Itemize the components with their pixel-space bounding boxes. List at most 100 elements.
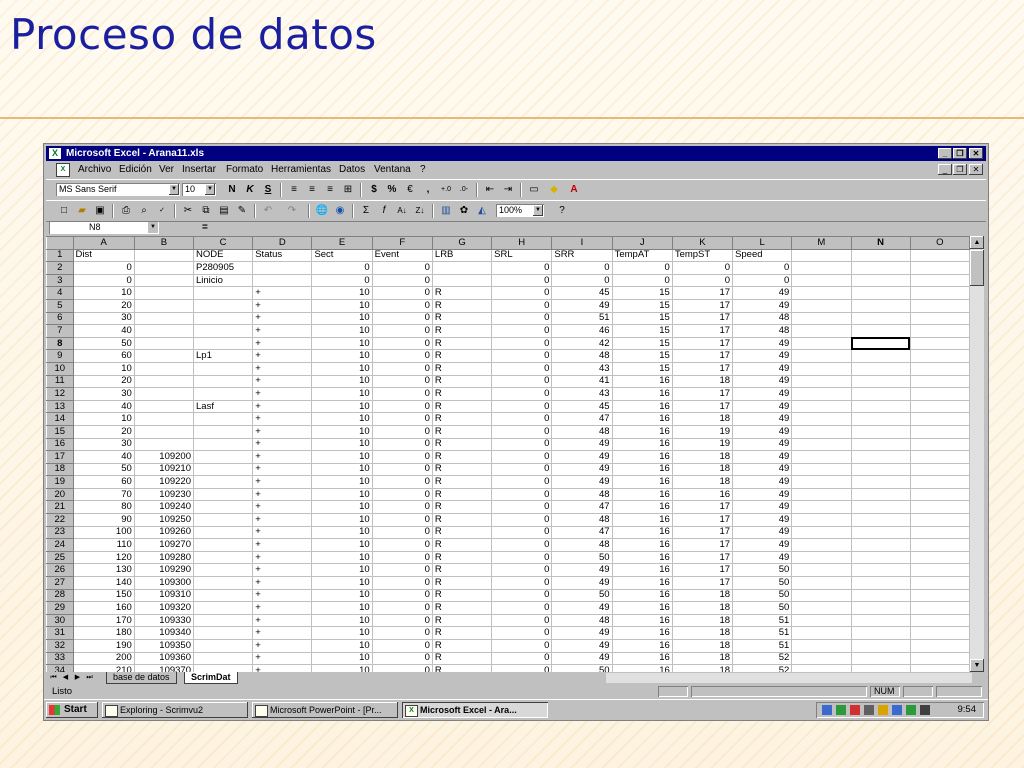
cell[interactable] bbox=[850, 399, 911, 414]
cell[interactable]: 10 bbox=[311, 601, 373, 615]
row-header[interactable]: 33 bbox=[46, 651, 74, 666]
cell[interactable]: 49 bbox=[551, 651, 613, 666]
cell[interactable] bbox=[909, 261, 970, 275]
cell[interactable]: 0 bbox=[311, 261, 373, 275]
borders-icon[interactable]: ▭ bbox=[526, 182, 542, 197]
cell[interactable] bbox=[791, 563, 852, 578]
cell[interactable] bbox=[192, 538, 254, 552]
cell[interactable]: + bbox=[252, 651, 313, 666]
cell[interactable]: 0 bbox=[732, 273, 793, 288]
cell[interactable]: R bbox=[431, 424, 493, 439]
tray-app-icon[interactable] bbox=[878, 705, 888, 715]
cell[interactable]: 49 bbox=[732, 336, 793, 351]
cell[interactable]: 16 bbox=[611, 399, 673, 414]
cell[interactable] bbox=[192, 450, 254, 464]
cell[interactable]: + bbox=[252, 324, 313, 338]
cell[interactable] bbox=[850, 513, 911, 527]
cell[interactable]: R bbox=[431, 664, 493, 672]
row-header[interactable]: 25 bbox=[46, 550, 74, 565]
cell[interactable]: 48 bbox=[551, 487, 613, 502]
cell[interactable] bbox=[909, 550, 970, 565]
cell[interactable]: 109320 bbox=[133, 601, 195, 615]
cell[interactable]: 16 bbox=[611, 613, 673, 628]
cell[interactable]: R bbox=[431, 513, 493, 527]
cell[interactable] bbox=[909, 563, 970, 578]
cell[interactable]: 10 bbox=[311, 324, 373, 338]
cell[interactable]: 0 bbox=[371, 311, 433, 326]
cell[interactable]: 10 bbox=[311, 500, 373, 515]
column-header[interactable]: E bbox=[311, 236, 373, 250]
cell[interactable] bbox=[791, 311, 852, 326]
cell[interactable]: 49 bbox=[551, 576, 613, 590]
cell[interactable]: 10 bbox=[311, 626, 373, 640]
cell[interactable]: + bbox=[252, 613, 313, 628]
cell[interactable]: + bbox=[252, 374, 313, 389]
cell[interactable]: 0 bbox=[311, 273, 373, 288]
cell[interactable]: 47 bbox=[551, 412, 613, 426]
cell[interactable] bbox=[192, 651, 254, 666]
cell[interactable]: 0 bbox=[371, 450, 433, 464]
save-icon[interactable]: ▣ bbox=[92, 203, 108, 218]
cell[interactable]: 10 bbox=[311, 298, 373, 313]
cell[interactable]: 20 bbox=[72, 298, 135, 313]
cell[interactable]: 210 bbox=[72, 664, 135, 672]
cell[interactable]: R bbox=[431, 374, 493, 389]
vertical-scrollbar[interactable]: ▲ ▼ bbox=[970, 236, 984, 672]
cell[interactable]: R bbox=[431, 525, 493, 540]
align-center-icon[interactable]: ≡ bbox=[304, 182, 320, 197]
cell[interactable]: 120 bbox=[72, 550, 135, 565]
cell[interactable]: 100 bbox=[72, 525, 135, 540]
column-header[interactable]: K bbox=[671, 236, 734, 250]
row-header[interactable]: 3 bbox=[46, 273, 74, 288]
cell[interactable]: 40 bbox=[72, 324, 135, 338]
cell[interactable]: 0 bbox=[371, 626, 433, 640]
cell[interactable]: 30 bbox=[72, 387, 135, 401]
cell[interactable]: + bbox=[252, 576, 313, 590]
cell[interactable] bbox=[850, 664, 911, 672]
cell[interactable]: 130 bbox=[72, 563, 135, 578]
cell[interactable]: 17 bbox=[671, 525, 734, 540]
cell[interactable]: Linicio bbox=[192, 273, 254, 288]
cell[interactable]: 15 bbox=[611, 336, 673, 351]
doc-minimize-icon[interactable]: _ bbox=[938, 164, 952, 175]
cell[interactable]: 0 bbox=[491, 588, 553, 603]
cell[interactable]: 48 bbox=[551, 613, 613, 628]
cell[interactable] bbox=[909, 639, 970, 653]
cell[interactable] bbox=[909, 374, 970, 389]
cell[interactable]: 15 bbox=[611, 349, 673, 363]
cell[interactable]: + bbox=[252, 550, 313, 565]
cell[interactable] bbox=[791, 588, 852, 603]
column-header[interactable]: C bbox=[192, 236, 254, 250]
cell[interactable]: 0 bbox=[491, 298, 553, 313]
cell[interactable]: 0 bbox=[371, 374, 433, 389]
menu-edicion[interactable]: Edición bbox=[119, 164, 152, 176]
cell[interactable]: 20 bbox=[72, 424, 135, 439]
cell[interactable]: 16 bbox=[671, 487, 734, 502]
cell[interactable]: Speed bbox=[732, 248, 793, 263]
tray-app-icon[interactable] bbox=[906, 705, 916, 715]
cell[interactable] bbox=[133, 261, 195, 275]
cell[interactable]: TempST bbox=[671, 248, 734, 263]
cell[interactable]: 0 bbox=[371, 664, 433, 672]
first-sheet-icon[interactable]: ⏮ bbox=[48, 673, 59, 683]
cell[interactable]: 49 bbox=[732, 412, 793, 426]
cell[interactable] bbox=[252, 261, 313, 275]
row-header[interactable]: 17 bbox=[46, 450, 74, 464]
cell[interactable] bbox=[192, 550, 254, 565]
cell[interactable]: 49 bbox=[732, 550, 793, 565]
cell[interactable] bbox=[909, 349, 970, 363]
cell[interactable]: 49 bbox=[551, 462, 613, 477]
cell[interactable]: 43 bbox=[551, 387, 613, 401]
cell[interactable] bbox=[850, 336, 911, 351]
column-header[interactable]: D bbox=[252, 236, 313, 250]
cell[interactable]: 109370 bbox=[133, 664, 195, 672]
cell[interactable]: R bbox=[431, 437, 493, 452]
cell[interactable]: 10 bbox=[311, 450, 373, 464]
cell[interactable]: + bbox=[252, 437, 313, 452]
cell[interactable]: 10 bbox=[311, 563, 373, 578]
cell[interactable]: 0 bbox=[371, 462, 433, 477]
cell[interactable] bbox=[909, 664, 970, 672]
cell[interactable]: 16 bbox=[611, 462, 673, 477]
column-header[interactable]: F bbox=[371, 236, 433, 250]
cell[interactable]: 18 bbox=[671, 374, 734, 389]
